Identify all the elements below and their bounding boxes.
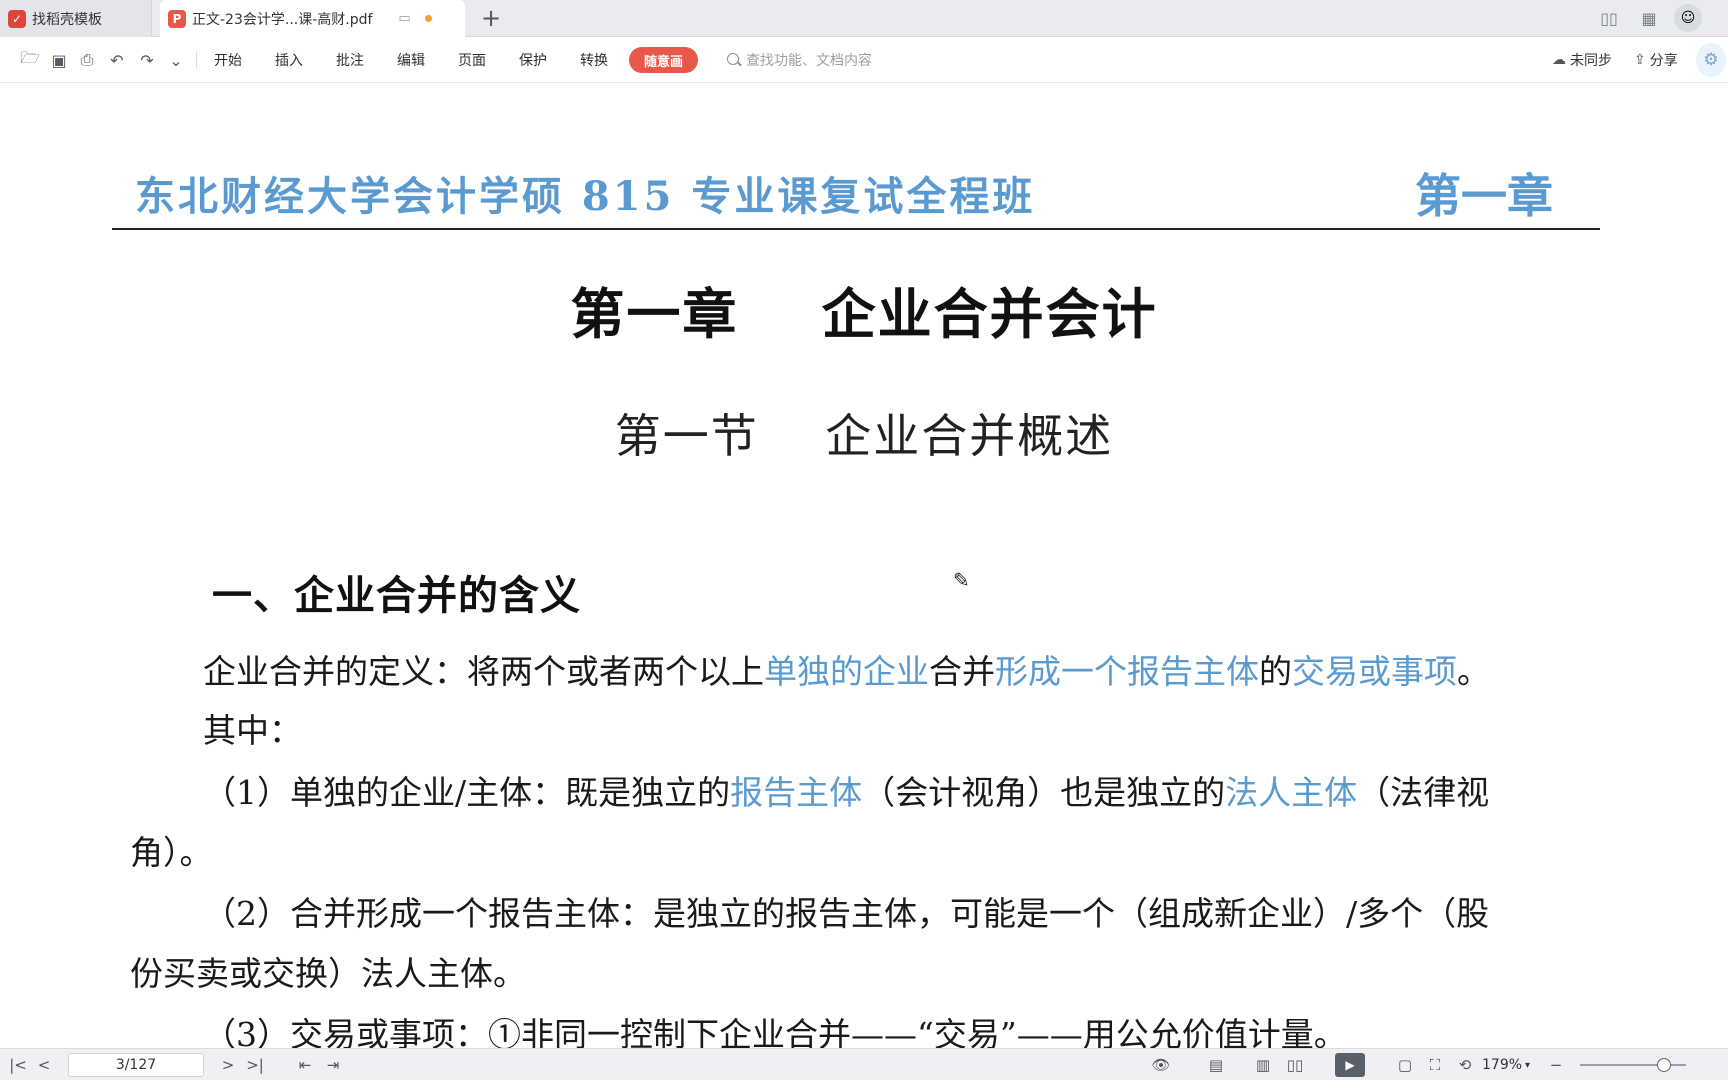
docer-logo-icon: ✓ [8, 9, 26, 28]
menu-protect[interactable]: 保护 [519, 49, 547, 71]
doc-header-chapter: 第一章 [1415, 169, 1553, 223]
actual-size-icon[interactable]: ▢ [1394, 1055, 1416, 1075]
search-box[interactable]: 查找功能、文档内容 [726, 48, 926, 72]
menu-edit[interactable]: 编辑 [397, 49, 425, 71]
back-view-icon[interactable]: ⇤ [294, 1055, 316, 1075]
menu-annotate[interactable]: 批注 [336, 49, 364, 71]
eye-care-icon[interactable]: 👁 [1144, 1055, 1178, 1075]
zoom-level[interactable]: 179% ▾ [1482, 1055, 1530, 1075]
para1-highlight-b: 单独的企业 [764, 652, 929, 691]
item2-paragraph-line2: 份买卖或交换）法人主体。 [130, 954, 526, 993]
last-page-icon[interactable]: >| [245, 1055, 265, 1075]
doc-header-title: 东北财经大学会计学硕 815 专业课复试全程班 [135, 173, 1036, 220]
first-page-icon[interactable]: |< [8, 1055, 28, 1075]
tab-pdf-document[interactable]: P 正文-23会计学...课-高财.pdf ▭ [160, 0, 465, 37]
item1-paragraph: （1）单独的企业/主体：既是独立的报告主体（会计视角）也是独立的法人主体（法律视 [203, 766, 1489, 814]
share-icon: ⇪ [1634, 52, 1646, 68]
settings-gear-icon[interactable]: ⚙ [1696, 43, 1726, 77]
item1-text-a: （1）单独的企业/主体：既是独立的 [203, 773, 731, 812]
screen-icon[interactable]: ▭ [398, 11, 410, 26]
tab-template-label: 找稻壳模板 [32, 11, 102, 28]
next-page-icon[interactable]: > [218, 1055, 238, 1075]
definition-paragraph-line2: 其中： [203, 711, 302, 750]
definition-paragraph: 企业合并的定义：将两个或者两个以上单独的企业合并形成一个报告主体的交易或事项。 [203, 645, 1490, 693]
zoom-slider-knob[interactable] [1656, 1058, 1671, 1072]
item1-highlight-b: 报告主体 [730, 773, 863, 812]
continuous-page-icon[interactable]: ▥ [1252, 1055, 1274, 1075]
sync-status-button[interactable]: ☁ 未同步 [1552, 49, 1612, 71]
sync-label: 未同步 [1570, 53, 1612, 69]
status-bar: |< < 3/127 > >| ⇤ ⇥ 👁 ▤ ▥ ▯▯ ▶ ▢ ⛶ ⟲ 179… [0, 1048, 1728, 1080]
freehand-draw-button[interactable]: 随意画 [629, 47, 698, 73]
para1-highlight-f: 交易或事项 [1292, 652, 1457, 691]
search-placeholder: 查找功能、文档内容 [746, 53, 872, 69]
new-tab-button[interactable]: + [478, 4, 504, 32]
tab-pdf-label: 正文-23会计学...课-高财.pdf [192, 11, 373, 28]
item2-paragraph: （2）合并形成一个报告主体：是独立的报告主体，可能是一个（组成新企业）/多个（股 [203, 894, 1490, 933]
redo-icon[interactable]: ↷ [136, 49, 158, 71]
grid-apps-icon[interactable]: ▦ [1636, 6, 1662, 30]
save-icon[interactable]: ▣ [48, 49, 70, 71]
para1-text-c: 合并 [929, 652, 995, 691]
tab-bar: ✓ 找稻壳模板 P 正文-23会计学...课-高财.pdf ▭ + ▯▯ ▦ ☺ [0, 0, 1728, 37]
open-folder-icon[interactable]: 🗁 [19, 48, 41, 71]
two-page-icon[interactable]: ▯▯ [1282, 1055, 1308, 1075]
tab-template[interactable]: ✓ 找稻壳模板 [0, 0, 152, 37]
rotate-icon[interactable]: ⟲ [1454, 1055, 1476, 1075]
subsection-heading: 一、企业合并的含义 [212, 573, 581, 619]
menu-start[interactable]: 开始 [214, 49, 242, 71]
item1-text-e: （法律视 [1357, 773, 1490, 812]
para1-text-g: 。 [1457, 652, 1490, 691]
zoom-value: 179% [1482, 1057, 1523, 1073]
share-label: 分享 [1649, 53, 1678, 69]
zoom-out-icon[interactable]: − [1546, 1055, 1566, 1075]
section-title: 第一节 企业合并概述 [614, 409, 1114, 463]
pdf-page-view: 东北财经大学会计学硕 815 专业课复试全程班 第一章 第一章 企业合并会计 第… [0, 84, 1728, 1048]
pdf-file-icon: P [168, 9, 186, 28]
pen-cursor-icon: ✎ [953, 568, 970, 592]
item3-paragraph: （3）交易或事项：①非同一控制下企业合并——“交易”——用公允价值计量。 [203, 1015, 1347, 1048]
para1-text-e: 的 [1259, 652, 1292, 691]
customize-dropdown-icon[interactable]: ⌄ [165, 49, 187, 71]
item1-text-c: （会计视角）也是独立的 [862, 773, 1226, 812]
menu-insert[interactable]: 插入 [275, 49, 303, 71]
menu-convert[interactable]: 转换 [580, 49, 608, 71]
prev-page-icon[interactable]: < [34, 1055, 54, 1075]
single-page-icon[interactable]: ▤ [1204, 1055, 1228, 1075]
toolbar-separator [196, 51, 197, 69]
user-avatar[interactable]: ☺ [1674, 4, 1702, 32]
para1-text-a: 企业合并的定义：将两个或者两个以上 [203, 652, 764, 691]
forward-view-icon[interactable]: ⇥ [322, 1055, 344, 1075]
search-icon [726, 52, 742, 68]
chapter-title: 第一章 企业合并会计 [570, 283, 1158, 346]
fit-page-icon[interactable]: ⛶ [1424, 1055, 1446, 1075]
menu-page[interactable]: 页面 [458, 49, 486, 71]
print-icon[interactable]: ⎙ [76, 49, 98, 71]
header-divider [112, 228, 1600, 230]
item1-highlight-d: 法人主体 [1225, 773, 1358, 812]
play-slideshow-icon[interactable]: ▶ [1335, 1053, 1365, 1077]
unsaved-dot-icon [424, 15, 432, 22]
cloud-icon: ☁ [1552, 52, 1566, 68]
para1-highlight-d: 形成一个报告主体 [995, 652, 1259, 691]
share-button[interactable]: ⇪ 分享 [1634, 49, 1678, 71]
reading-mode-icon[interactable]: ▯▯ [1594, 6, 1624, 30]
zoom-dropdown-icon: ▾ [1525, 1059, 1531, 1071]
item1-paragraph-line2: 角）。 [130, 833, 213, 872]
page-number-input[interactable]: 3/127 [68, 1053, 204, 1077]
main-toolbar: 🗁 ▣ ⎙ ↶ ↷ ⌄ 开始 插入 批注 编辑 页面 保护 转换 随意画 查找功… [0, 37, 1728, 83]
undo-icon[interactable]: ↶ [106, 49, 128, 71]
